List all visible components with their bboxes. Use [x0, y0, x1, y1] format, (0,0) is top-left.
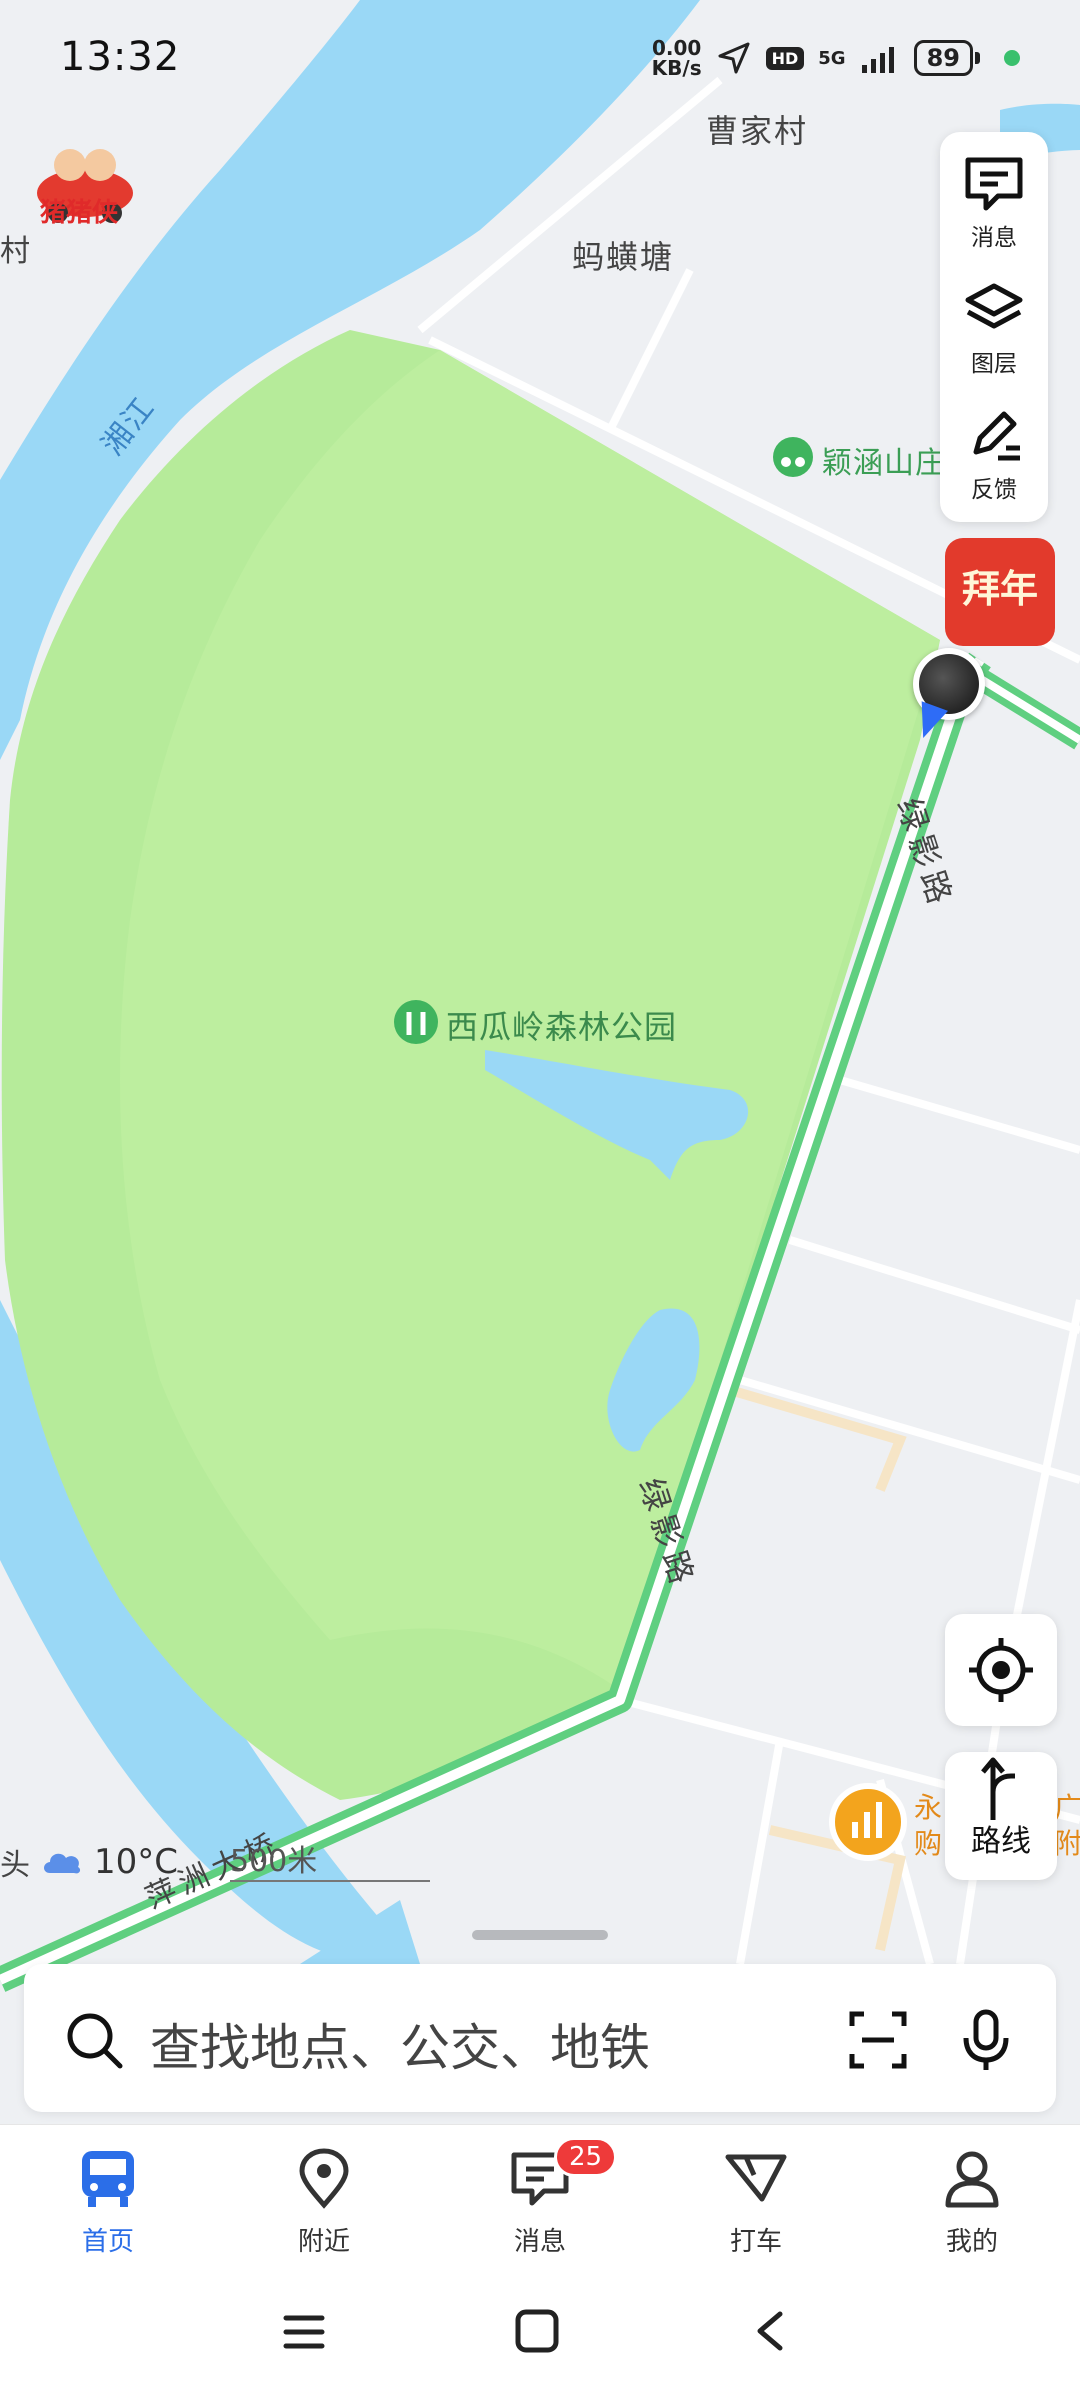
status-bar: 13:32 0.00 KB/s HD 5G 89	[0, 0, 1080, 120]
clock: 13:32	[60, 34, 181, 80]
label-ma-huang-tang: 蚂蟥塘	[572, 238, 675, 276]
status-icons: 0.00 KB/s HD 5G 89	[652, 38, 1020, 78]
route-button[interactable]: 路线	[945, 1752, 1057, 1880]
net-speed: 0.00 KB/s	[652, 38, 702, 78]
toolbar-feedback-label: 反馈	[971, 477, 1017, 503]
toolbar-feedback[interactable]: 反馈	[940, 406, 1048, 504]
tab-home[interactable]: 首页	[48, 2147, 168, 2258]
signal-icon	[861, 47, 894, 73]
edit-icon	[973, 411, 1020, 461]
route-button-label: 路线	[971, 1824, 1031, 1859]
tab-mine[interactable]: 我的	[912, 2147, 1032, 2258]
tab-taxi-label: 打车	[729, 2227, 782, 2257]
tab-nearby-label: 附近	[297, 2227, 350, 2257]
net-speed-value: 0.00	[651, 36, 702, 60]
new-year-button[interactable]: 拜年	[945, 538, 1055, 646]
toolbar-messages-label: 消息	[971, 225, 1017, 251]
poi-cherry-icon	[773, 437, 813, 477]
location-pin-icon	[299, 2148, 349, 2209]
tab-taxi[interactable]: 打车	[696, 2147, 816, 2258]
label-poi-right-2: 购	[914, 1827, 943, 1860]
poi-park-icon	[394, 1000, 438, 1044]
label-poi-right-3: 广	[1054, 1791, 1080, 1824]
search-input[interactable]: 查找地点、公交、地铁	[150, 2008, 650, 2080]
user-icon	[945, 2151, 999, 2208]
microphone-icon[interactable]	[954, 2008, 1018, 2072]
label-poi-right-4: 附	[1054, 1827, 1080, 1860]
map-scale: 500米	[230, 1844, 318, 1879]
hd-badge: HD	[765, 46, 805, 70]
home-square-icon[interactable]	[514, 2308, 560, 2354]
label-park[interactable]: 西瓜岭森林公园	[446, 1002, 677, 1048]
menu-icon[interactable]	[282, 2310, 326, 2354]
locate-icon	[969, 1638, 1033, 1702]
scan-icon[interactable]	[846, 2008, 910, 2072]
location-arrow-icon	[718, 42, 750, 74]
tab-home-label: 首页	[81, 2227, 134, 2257]
label-poi-right-1: 永	[914, 1791, 943, 1824]
tab-messages[interactable]: 25 消息	[480, 2137, 618, 2258]
route-turn-icon	[981, 1757, 1015, 1820]
network-type: 5G	[818, 47, 846, 69]
system-nav-bar	[0, 2274, 1080, 2400]
message-icon	[965, 157, 1023, 211]
drag-handle[interactable]	[472, 1930, 608, 1940]
cloud-icon	[44, 1853, 81, 1874]
layers-icon	[965, 283, 1023, 329]
taxi-icon	[725, 2154, 787, 2202]
tab-nearby[interactable]: 附近	[264, 2147, 384, 2258]
net-speed-unit: KB/s	[651, 56, 702, 80]
toolbar-messages[interactable]: 消息	[940, 154, 1048, 252]
tab-mine-label: 我的	[945, 2227, 998, 2257]
label-ying-han-shan: 颖涵山庄	[822, 446, 940, 481]
bottom-tab-bar: 首页 附近 25 消息 打车 我的	[0, 2124, 1080, 2275]
logo-text: 猪猪侠	[40, 198, 119, 228]
back-icon[interactable]	[748, 2308, 792, 2354]
tab-messages-label: 消息	[513, 2227, 566, 2257]
search-bar[interactable]: 查找地点、公交、地铁	[24, 1964, 1056, 2112]
map-toolbar: 消息 图层 反馈	[940, 132, 1048, 522]
new-year-label: 拜年	[961, 567, 1038, 611]
locate-button[interactable]	[945, 1614, 1057, 1726]
messages-badge: 25	[554, 2137, 618, 2177]
toolbar-layers[interactable]: 图层	[940, 280, 1048, 378]
map-scale-bar	[230, 1880, 430, 1882]
weather-edge-text: 头	[0, 1848, 30, 1883]
weather-widget[interactable]: 头 10°C	[0, 1840, 178, 1884]
label-village-left: 村	[0, 234, 30, 269]
bus-icon	[82, 2151, 134, 2207]
toolbar-layers-label: 图层	[971, 351, 1017, 377]
privacy-dot	[1004, 50, 1020, 66]
search-icon	[67, 2013, 123, 2069]
weather-temp: 10°C	[94, 1842, 179, 1882]
battery-icon: 89	[913, 40, 973, 76]
